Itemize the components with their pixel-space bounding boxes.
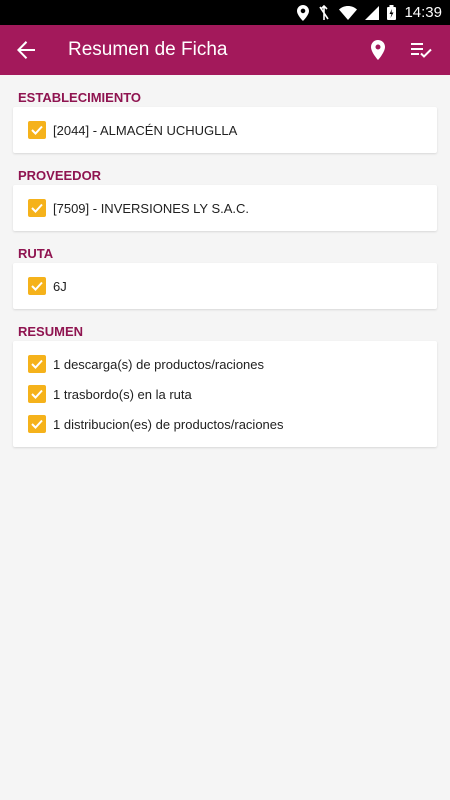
back-button[interactable] (0, 25, 52, 75)
arrow-back-icon (17, 41, 35, 59)
list-item[interactable]: 1 trasbordo(s) en la ruta (13, 379, 437, 409)
data-off-icon (317, 4, 331, 21)
item-label: 1 trasbordo(s) en la ruta (53, 386, 192, 402)
card-establecimiento: [2044] - ALMACÉN UCHUGLLA (13, 107, 437, 153)
checkbox-checked-icon[interactable] (28, 121, 46, 139)
item-label: 1 descarga(s) de productos/raciones (53, 356, 265, 372)
list-item[interactable]: 1 descarga(s) de productos/raciones (13, 349, 437, 379)
signal-icon (365, 5, 380, 20)
section-label-ruta: RUTA (18, 246, 54, 261)
card-resumen: 1 descarga(s) de productos/raciones 1 tr… (13, 341, 437, 447)
list-item[interactable]: 1 distribucion(es) de productos/raciones (13, 409, 437, 439)
wifi-icon (339, 5, 358, 20)
location-pin-icon (371, 40, 385, 60)
item-label: 1 distribucion(es) de productos/raciones (53, 416, 284, 432)
list-item[interactable]: 6J (13, 269, 437, 303)
page-title: Resumen de Ficha (68, 39, 228, 60)
playlist-check-icon (411, 43, 432, 58)
section-label-resumen: RESUMEN (18, 324, 84, 339)
status-bar: 14:39 (0, 0, 450, 25)
playlist-check-button[interactable] (400, 25, 444, 75)
card-proveedor: [7509] - INVERSIONES LY S.A.C. (13, 185, 437, 231)
section-label-establecimiento: ESTABLECIMIENTO (18, 90, 142, 105)
checkbox-checked-icon[interactable] (28, 277, 46, 295)
summary-content: ESTABLECIMIENTO [2044] - ALMACÉN UCHUGLL… (0, 75, 450, 447)
checkbox-checked-icon[interactable] (28, 355, 46, 373)
list-item[interactable]: [7509] - INVERSIONES LY S.A.C. (13, 191, 437, 225)
item-label: [7509] - INVERSIONES LY S.A.C. (53, 200, 250, 216)
item-label: 6J (53, 278, 67, 294)
checkbox-checked-icon[interactable] (28, 385, 46, 403)
clock-time: 14:39 (404, 4, 442, 21)
location-button[interactable] (356, 25, 400, 75)
item-label: [2044] - ALMACÉN UCHUGLLA (53, 122, 238, 138)
section-label-proveedor: PROVEEDOR (18, 168, 102, 183)
card-ruta: 6J (13, 263, 437, 309)
checkbox-checked-icon[interactable] (28, 415, 46, 433)
list-item[interactable]: [2044] - ALMACÉN UCHUGLLA (13, 113, 437, 147)
location-status-icon (297, 4, 310, 21)
checkbox-checked-icon[interactable] (28, 199, 46, 217)
app-bar: Resumen de Ficha (0, 25, 450, 75)
battery-icon (387, 5, 397, 20)
